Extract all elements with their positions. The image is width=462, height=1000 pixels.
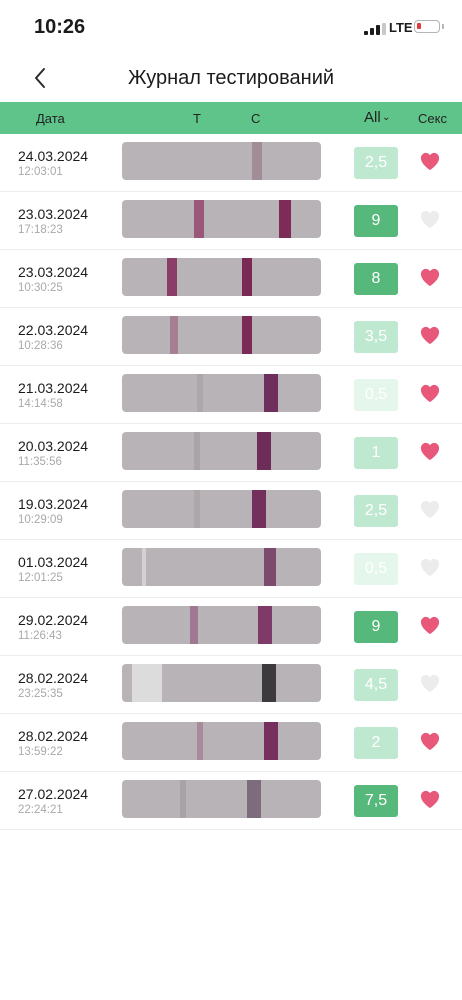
row-time: 12:01:25 (18, 572, 63, 584)
row-date: 28.02.2024 (18, 728, 89, 744)
battery-icon (414, 20, 444, 33)
heart-icon[interactable] (419, 731, 441, 751)
test-strip-image[interactable] (122, 548, 321, 586)
table-row[interactable]: 20.03.2024 11:35:56 1 (0, 424, 462, 482)
table-row[interactable]: 23.03.2024 10:30:25 8 (0, 250, 462, 308)
heart-icon[interactable] (419, 441, 441, 461)
score-badge: 1 (354, 437, 398, 469)
column-t: T (193, 111, 201, 126)
heart-icon[interactable] (419, 209, 441, 229)
row-date: 28.02.2024 (18, 670, 89, 686)
page-title: Журнал тестирований (127, 67, 335, 89)
row-date: 20.03.2024 (18, 438, 89, 454)
heart-icon[interactable] (419, 267, 441, 287)
row-time: 10:30:25 (18, 282, 63, 294)
score-badge: 9 (354, 611, 398, 643)
filter-dropdown[interactable]: All (364, 109, 381, 126)
heart-icon[interactable] (419, 615, 441, 635)
score-badge: 3,5 (354, 321, 398, 353)
test-list: 24.03.2024 12:03:01 2,5 23.03.2024 17:18:23 9… (0, 134, 462, 830)
row-time: 12:03:01 (18, 166, 63, 178)
row-date: 29.02.2024 (18, 612, 89, 628)
row-time: 23:25:35 (18, 688, 63, 700)
test-strip-image[interactable] (122, 258, 321, 296)
column-date: Дата (36, 111, 65, 126)
score-badge: 0,5 (354, 379, 398, 411)
test-strip-image[interactable] (122, 490, 321, 528)
score-badge: 9 (354, 205, 398, 237)
score-badge: 8 (354, 263, 398, 295)
row-time: 10:28:36 (18, 340, 63, 352)
column-c: C (251, 111, 261, 126)
table-header: Дата T C All ⌄ Секс (0, 102, 462, 134)
row-date: 21.03.2024 (18, 380, 89, 396)
score-badge: 2,5 (354, 147, 398, 179)
heart-icon[interactable] (419, 383, 441, 403)
test-strip-image[interactable] (122, 142, 321, 180)
table-row[interactable]: 24.03.2024 12:03:01 2,5 (0, 134, 462, 192)
score-badge: 4,5 (354, 669, 398, 701)
heart-icon[interactable] (419, 325, 441, 345)
row-time: 14:14:58 (18, 398, 63, 410)
table-row[interactable]: 28.02.2024 23:25:35 4,5 (0, 656, 462, 714)
test-strip-image[interactable] (122, 316, 321, 354)
test-strip-image[interactable] (122, 606, 321, 644)
table-row[interactable]: 22.03.2024 10:28:36 3,5 (0, 308, 462, 366)
test-strip-image[interactable] (122, 722, 321, 760)
score-badge: 7,5 (354, 785, 398, 817)
heart-icon[interactable] (419, 673, 441, 693)
nav-bar: Журнал тестирований (0, 56, 462, 102)
score-badge: 0,5 (354, 553, 398, 585)
row-date: 24.03.2024 (18, 148, 89, 164)
status-bar: 10:26 LTE (0, 0, 462, 56)
network-label: LTE (389, 20, 413, 35)
score-badge: 2 (354, 727, 398, 759)
row-date: 27.02.2024 (18, 786, 89, 802)
row-date: 23.03.2024 (18, 264, 89, 280)
row-date: 01.03.2024 (18, 554, 89, 570)
row-date: 19.03.2024 (18, 496, 89, 512)
heart-icon[interactable] (419, 789, 441, 809)
test-strip-image[interactable] (122, 432, 321, 470)
row-time: 11:26:43 (18, 630, 62, 642)
row-time: 22:24:21 (18, 804, 63, 816)
row-time: 13:59:22 (18, 746, 63, 758)
test-strip-image[interactable] (122, 780, 321, 818)
test-strip-image[interactable] (122, 374, 321, 412)
table-row[interactable]: 01.03.2024 12:01:25 0,5 (0, 540, 462, 598)
heart-icon[interactable] (419, 557, 441, 577)
row-time: 17:18:23 (18, 224, 63, 236)
row-time: 10:29:09 (18, 514, 63, 526)
table-row[interactable]: 29.02.2024 11:26:43 9 (0, 598, 462, 656)
row-time: 11:35:56 (18, 456, 62, 468)
table-row[interactable]: 23.03.2024 17:18:23 9 (0, 192, 462, 250)
table-row[interactable]: 28.02.2024 13:59:22 2 (0, 714, 462, 772)
test-strip-image[interactable] (122, 200, 321, 238)
table-row[interactable]: 21.03.2024 14:14:58 0,5 (0, 366, 462, 424)
heart-icon[interactable] (419, 499, 441, 519)
table-row[interactable]: 19.03.2024 10:29:09 2,5 (0, 482, 462, 540)
signal-icon (364, 23, 386, 35)
row-date: 22.03.2024 (18, 322, 89, 338)
chevron-down-icon: ⌄ (382, 112, 391, 123)
score-badge: 2,5 (354, 495, 398, 527)
row-date: 23.03.2024 (18, 206, 89, 222)
table-row[interactable]: 27.02.2024 22:24:21 7,5 (0, 772, 462, 830)
status-time: 10:26 (34, 16, 86, 38)
heart-icon[interactable] (419, 151, 441, 171)
column-sex: Секс (418, 111, 447, 126)
test-strip-image[interactable] (122, 664, 321, 702)
